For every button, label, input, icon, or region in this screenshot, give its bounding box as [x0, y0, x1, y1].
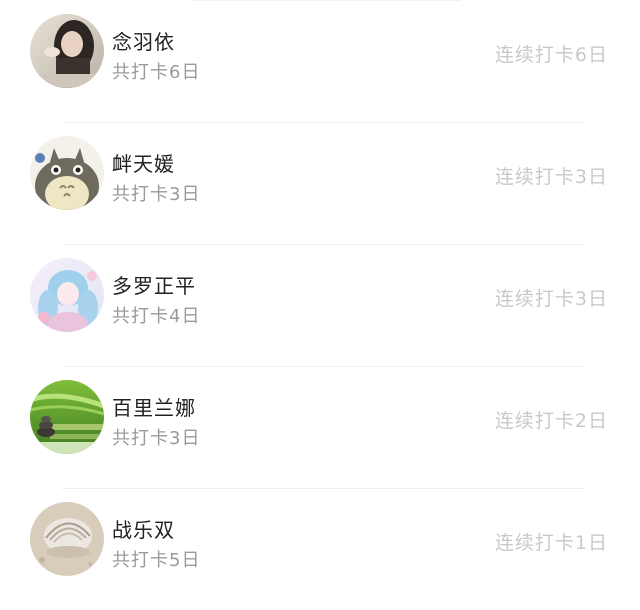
- streak-checkins: 连续打卡3日: [494, 288, 608, 310]
- streak-checkins: 连续打卡1日: [494, 532, 608, 554]
- list-item[interactable]: 念羽依 共打卡6日 连续打卡6日: [0, 0, 640, 122]
- avatar-photo-girl-icon[interactable]: [30, 14, 104, 88]
- user-name: 战乐双: [112, 518, 175, 542]
- total-checkins: 共打卡3日: [112, 184, 201, 205]
- divider: [62, 366, 584, 367]
- streak-checkins: 连续打卡2日: [494, 410, 608, 432]
- list-item[interactable]: 衅天媛 共打卡3日 连续打卡3日: [0, 122, 640, 244]
- total-checkins: 共打卡3日: [112, 428, 201, 449]
- divider: [62, 488, 584, 489]
- streak-checkins: 连续打卡6日: [494, 44, 608, 66]
- list-item[interactable]: 多罗正平 共打卡4日 连续打卡3日: [0, 244, 640, 366]
- checkin-list: 念羽依 共打卡6日 连续打卡6日 衅天媛 共打卡3日 连续打卡3日 多罗正平 共…: [0, 0, 640, 592]
- user-name: 念羽依: [112, 30, 175, 54]
- user-name: 衅天媛: [112, 152, 175, 176]
- avatar-totoro-icon[interactable]: [30, 136, 104, 210]
- list-item[interactable]: 百里兰娜 共打卡3日 连续打卡2日: [0, 366, 640, 488]
- total-checkins: 共打卡5日: [112, 550, 201, 571]
- streak-checkins: 连续打卡3日: [494, 166, 608, 188]
- avatar-anime-girl-icon[interactable]: [30, 258, 104, 332]
- divider: [62, 122, 584, 123]
- total-checkins: 共打卡4日: [112, 306, 201, 327]
- total-checkins: 共打卡6日: [112, 62, 201, 83]
- user-name: 百里兰娜: [112, 396, 196, 420]
- avatar-bamboo-zen-icon[interactable]: [30, 380, 104, 454]
- user-name: 多罗正平: [112, 274, 196, 298]
- avatar-seashell-icon[interactable]: [30, 502, 104, 576]
- divider: [62, 244, 584, 245]
